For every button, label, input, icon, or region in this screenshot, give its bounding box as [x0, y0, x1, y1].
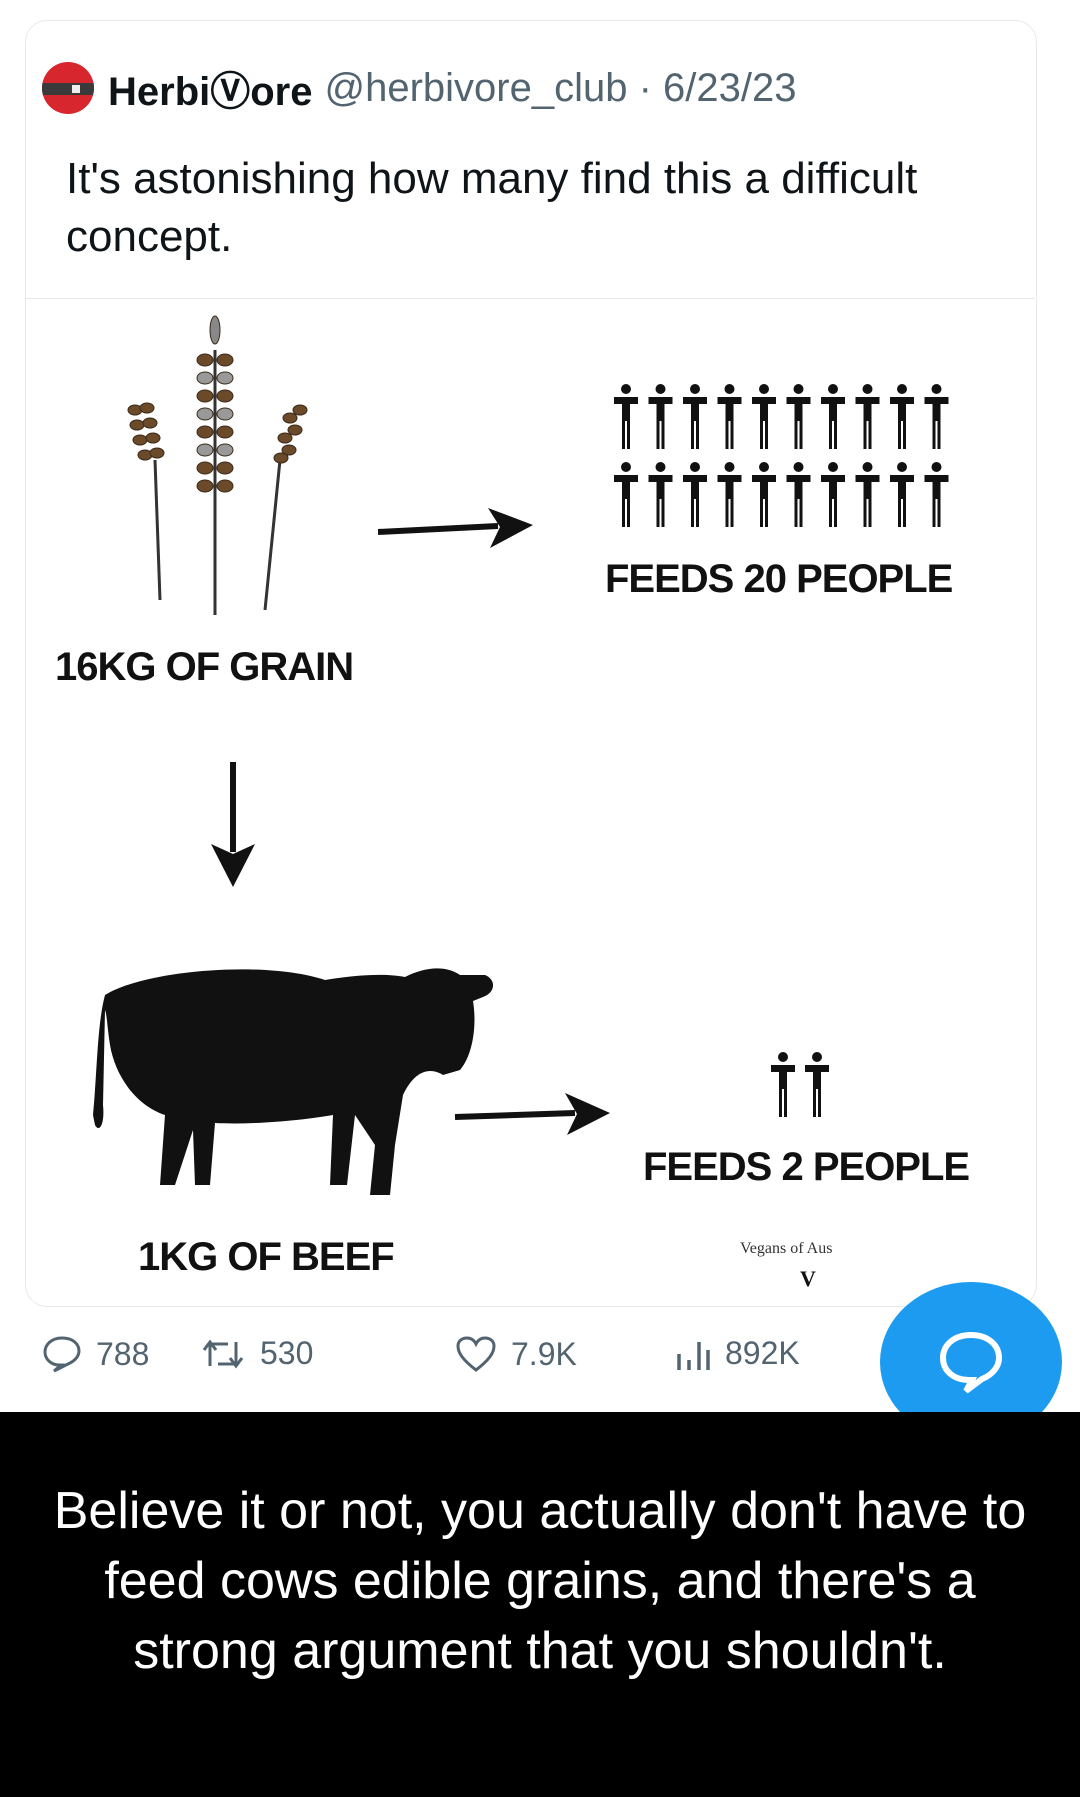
avatar[interactable]	[42, 62, 94, 114]
person-icon	[648, 462, 673, 527]
person-icon	[717, 384, 742, 449]
beef-feeds-label: FEEDS 2 PEOPLE	[643, 1145, 970, 1189]
person-icon	[648, 384, 673, 449]
grain-amount-label: 16KG OF GRAIN	[55, 645, 354, 689]
view-count: 892K	[725, 1335, 800, 1371]
grain-feeds-label: FEEDS 20 PEOPLE	[605, 557, 953, 601]
retweet-icon	[202, 1339, 244, 1368]
arrow-right-icon	[378, 508, 533, 548]
display-name[interactable]: HerbiⓋore	[108, 59, 313, 117]
reply-icon	[43, 1336, 81, 1373]
like-count: 7.9K	[511, 1335, 577, 1372]
tweet-text: It's astonishing how many find this a di…	[66, 154, 918, 261]
person-icon	[924, 384, 949, 449]
person-icon	[683, 384, 707, 449]
tweet-header: HerbiⓋore @herbivore_club · 6/23/23	[42, 58, 797, 118]
separator-dot: ·	[627, 65, 664, 110]
user-handle[interactable]: @herbivore_club	[325, 66, 628, 111]
person-icon	[890, 384, 914, 449]
tweet-date[interactable]: 6/23/23	[663, 66, 796, 111]
chat-bubble-icon	[939, 1331, 1003, 1394]
wheat-icon	[127, 315, 308, 615]
heart-icon	[456, 1336, 496, 1372]
person-icon	[683, 462, 707, 527]
person-icon	[771, 1052, 795, 1117]
person-icon	[614, 462, 638, 527]
person-icon	[614, 384, 638, 449]
reply-button[interactable]: 788	[42, 1335, 149, 1373]
beef-amount-label: 1KG OF BEEF	[138, 1235, 395, 1279]
like-button[interactable]: 7.9K	[455, 1335, 577, 1373]
person-icon	[717, 462, 742, 527]
person-icon	[821, 462, 845, 527]
people-group-twenty	[614, 384, 949, 527]
person-icon	[805, 1052, 829, 1117]
credit-logo: V	[800, 1266, 816, 1291]
people-group-two	[771, 1052, 829, 1117]
person-icon	[821, 384, 845, 449]
person-icon	[752, 384, 776, 449]
reply-count: 788	[96, 1335, 150, 1372]
person-icon	[752, 462, 776, 527]
retweet-count: 530	[260, 1335, 314, 1371]
arrow-down-icon	[211, 762, 255, 887]
person-icon	[890, 462, 914, 527]
person-icon	[786, 462, 811, 527]
person-icon	[924, 462, 949, 527]
views-button[interactable]: 892K	[675, 1335, 800, 1372]
arrow-right-icon	[455, 1093, 610, 1135]
meme-caption: Believe it or not, you actually don't ha…	[53, 1482, 1027, 1680]
views-icon	[677, 1341, 710, 1370]
person-icon	[855, 384, 880, 449]
person-icon	[786, 384, 811, 449]
person-icon	[855, 462, 880, 527]
credit-text: Vegans of Aus	[740, 1240, 833, 1257]
retweet-button[interactable]: 530	[200, 1335, 313, 1372]
cow-icon	[93, 968, 494, 1195]
